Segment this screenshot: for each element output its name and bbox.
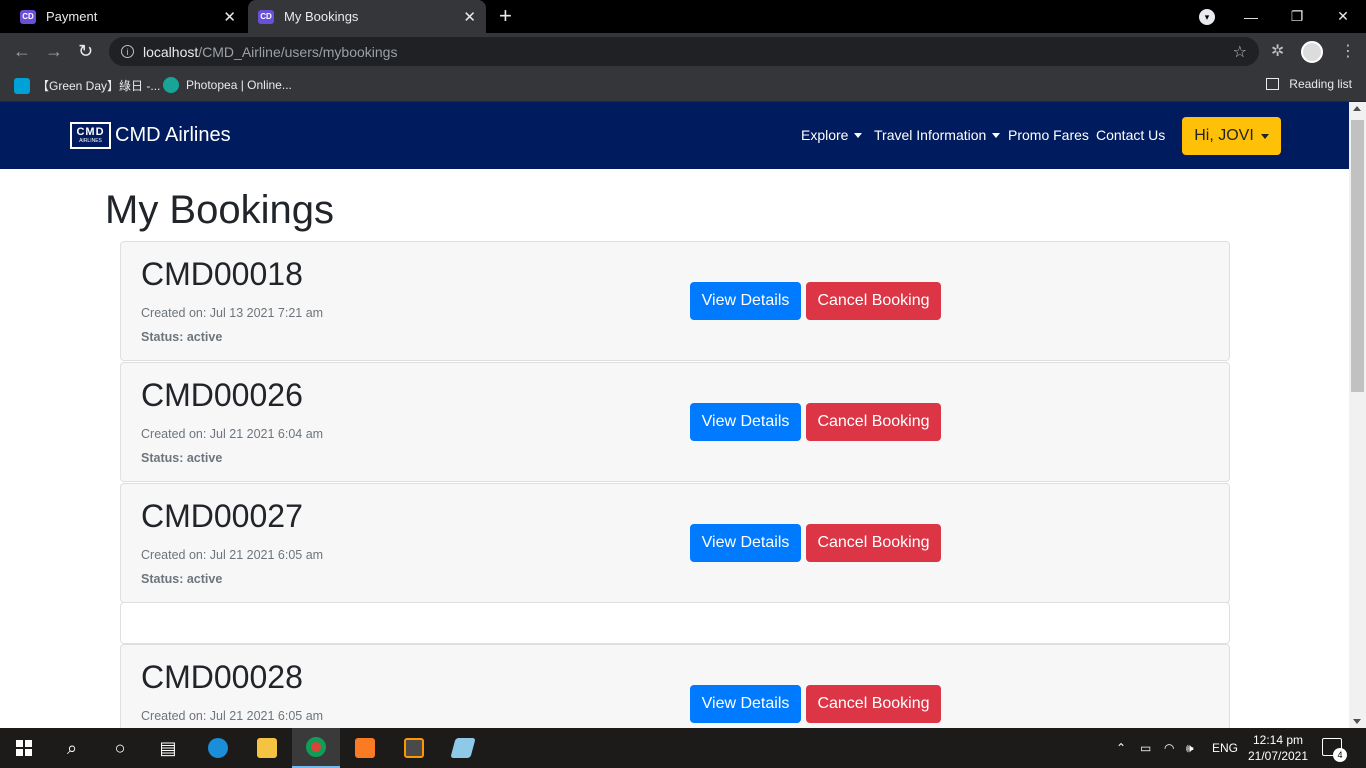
view-details-button[interactable]: View Details bbox=[690, 282, 801, 320]
page-title: My Bookings bbox=[105, 188, 334, 232]
cancel-booking-button[interactable]: Cancel Booking bbox=[806, 403, 941, 441]
sublime-text-icon[interactable] bbox=[390, 728, 438, 768]
site-favicon-icon: CD bbox=[258, 9, 274, 24]
cancel-booking-button[interactable]: Cancel Booking bbox=[806, 524, 941, 562]
clock-time: 12:14 pm bbox=[1252, 733, 1304, 747]
view-details-button[interactable]: View Details bbox=[690, 685, 801, 723]
booking-created-date: Created on: Jul 21 2021 6:04 am bbox=[141, 427, 324, 441]
tab-payment[interactable]: CD Payment ✕ bbox=[0, 0, 246, 33]
cortana-icon[interactable]: ○ bbox=[96, 728, 144, 768]
extensions-puzzle-icon[interactable]: ✲ bbox=[1271, 41, 1284, 61]
bookmark-star-icon[interactable]: ☆ bbox=[1233, 42, 1247, 62]
photopea-icon bbox=[163, 77, 179, 93]
browser-tab-strip: CD Payment ✕ CD My Bookings ✕ + ▾ — ❐ ✕ bbox=[0, 0, 1366, 33]
caret-down-icon bbox=[1260, 133, 1269, 139]
site-favicon-icon: CD bbox=[20, 9, 36, 24]
bookmarks-bar: 【Green Day】綠日 -... Photopea | Online... … bbox=[0, 71, 1366, 102]
booking-card: CMD00028 Created on: Jul 21 2021 6:05 am… bbox=[120, 644, 1230, 728]
caret-down-icon bbox=[854, 133, 863, 138]
volume-icon[interactable]: 🕪 bbox=[1186, 728, 1194, 768]
booking-status: Status: active bbox=[141, 572, 223, 586]
view-details-button[interactable]: View Details bbox=[690, 403, 801, 441]
url-host: localhost bbox=[143, 43, 199, 60]
window-close-icon[interactable]: ✕ bbox=[1320, 8, 1366, 25]
reading-list-label: Reading list bbox=[1289, 77, 1352, 91]
window-controls: — ❐ ✕ bbox=[1228, 0, 1366, 33]
scroll-down-icon[interactable] bbox=[1353, 719, 1361, 724]
notepad-icon[interactable] bbox=[439, 728, 487, 768]
file-explorer-icon[interactable] bbox=[243, 728, 291, 768]
nav-explore-dropdown[interactable]: Explore bbox=[801, 127, 863, 143]
empty-card bbox=[120, 602, 1230, 644]
restore-icon[interactable]: ❐ bbox=[1274, 8, 1320, 25]
edge-icon[interactable] bbox=[194, 728, 242, 768]
booking-code: CMD00018 bbox=[141, 256, 303, 292]
search-icon[interactable]: ⌕ bbox=[48, 728, 96, 768]
wifi-icon[interactable]: ◠ bbox=[1164, 728, 1174, 768]
brand-name: CMD Airlines bbox=[115, 124, 231, 146]
booking-card: CMD00026 Created on: Jul 21 2021 6:04 am… bbox=[120, 362, 1230, 482]
booking-created-date: Created on: Jul 13 2021 7:21 am bbox=[141, 306, 324, 320]
booking-status: Status: active bbox=[141, 330, 223, 344]
nav-travel-information-dropdown[interactable]: Travel Information bbox=[874, 127, 1001, 143]
tab-my-bookings[interactable]: CD My Bookings ✕ bbox=[248, 0, 486, 33]
windows-taskbar: ⌕ ○ ▤ ⌃ ▭ ◠ 🕪 ENG 12:14 pm 21/07/2021 4 bbox=[0, 728, 1366, 768]
language-indicator[interactable]: ENG bbox=[1212, 728, 1238, 768]
site-info-icon[interactable]: i bbox=[121, 45, 134, 58]
forward-arrow-icon[interactable]: → bbox=[45, 41, 63, 61]
tray-chevron-icon[interactable]: ⌃ bbox=[1116, 728, 1126, 768]
cancel-booking-button[interactable]: Cancel Booking bbox=[806, 685, 941, 723]
scroll-up-icon[interactable] bbox=[1353, 106, 1361, 111]
booking-created-date: Created on: Jul 21 2021 6:05 am bbox=[141, 709, 324, 723]
reading-list-button[interactable]: Reading list bbox=[1266, 77, 1352, 91]
booking-created-date: Created on: Jul 21 2021 6:05 am bbox=[141, 548, 324, 562]
booking-card: CMD00027 Created on: Jul 21 2021 6:05 am… bbox=[120, 483, 1230, 603]
cancel-booking-button[interactable]: Cancel Booking bbox=[806, 282, 941, 320]
reading-list-icon bbox=[1266, 78, 1280, 90]
url-path: /CMD_Airline/users/mybookings bbox=[198, 43, 398, 60]
cmd-logo-icon: CMD AIRLINES bbox=[70, 122, 111, 149]
windows-start-icon[interactable] bbox=[0, 728, 48, 768]
reload-icon[interactable]: ↻ bbox=[78, 41, 93, 61]
browser-menu-icon[interactable]: ⋮ bbox=[1340, 41, 1356, 61]
new-tab-icon[interactable]: + bbox=[499, 5, 512, 27]
notification-count-badge: 4 bbox=[1333, 748, 1347, 762]
brand-link[interactable]: CMD AIRLINES CMD Airlines bbox=[70, 122, 231, 149]
back-arrow-icon[interactable]: ← bbox=[13, 41, 31, 61]
system-clock[interactable]: 12:14 pm 21/07/2021 bbox=[1242, 732, 1314, 764]
bilibili-icon bbox=[14, 77, 30, 94]
site-navbar: CMD AIRLINES CMD Airlines Explore Travel… bbox=[0, 102, 1349, 169]
tab-search-icon[interactable]: ▾ bbox=[1199, 9, 1215, 25]
bookmark-photopea[interactable]: Photopea | Online... bbox=[163, 77, 292, 93]
tab-close-icon[interactable]: ✕ bbox=[463, 8, 476, 26]
page-scrollbar[interactable] bbox=[1349, 102, 1366, 728]
booking-code: CMD00027 bbox=[141, 498, 303, 534]
booking-status: Status: active bbox=[141, 451, 223, 465]
bookmark-label: Photopea | Online... bbox=[186, 78, 292, 92]
bookmark-label: 【Green Day】綠日 -... bbox=[37, 79, 161, 93]
bookmark-green-day[interactable]: 【Green Day】綠日 -... bbox=[14, 77, 160, 94]
nav-promo-fares[interactable]: Promo Fares bbox=[1008, 127, 1089, 143]
battery-icon[interactable]: ▭ bbox=[1140, 728, 1151, 768]
address-bar[interactable]: i localhost/CMD_Airline/users/mybookings… bbox=[109, 37, 1259, 66]
booking-code: CMD00026 bbox=[141, 377, 303, 413]
user-menu-button[interactable]: Hi, JOVI bbox=[1182, 117, 1281, 155]
browser-toolbar: ← → ↻ i localhost/CMD_Airline/users/mybo… bbox=[0, 33, 1366, 71]
task-view-icon[interactable]: ▤ bbox=[144, 728, 192, 768]
booking-code: CMD00028 bbox=[141, 659, 303, 695]
tab-title: Payment bbox=[46, 9, 98, 24]
tab-title: My Bookings bbox=[284, 9, 359, 24]
nav-contact-us[interactable]: Contact Us bbox=[1096, 127, 1165, 143]
profile-avatar[interactable] bbox=[1301, 41, 1323, 63]
clock-date: 21/07/2021 bbox=[1247, 749, 1309, 763]
caret-down-icon bbox=[992, 133, 1001, 138]
booking-card: CMD00018 Created on: Jul 13 2021 7:21 am… bbox=[120, 241, 1230, 361]
xampp-icon[interactable] bbox=[341, 728, 389, 768]
view-details-button[interactable]: View Details bbox=[690, 524, 801, 562]
minimize-icon[interactable]: — bbox=[1228, 9, 1274, 25]
chrome-icon[interactable] bbox=[292, 728, 340, 768]
scroll-thumb[interactable] bbox=[1351, 120, 1364, 392]
tab-close-icon[interactable]: ✕ bbox=[223, 8, 236, 26]
